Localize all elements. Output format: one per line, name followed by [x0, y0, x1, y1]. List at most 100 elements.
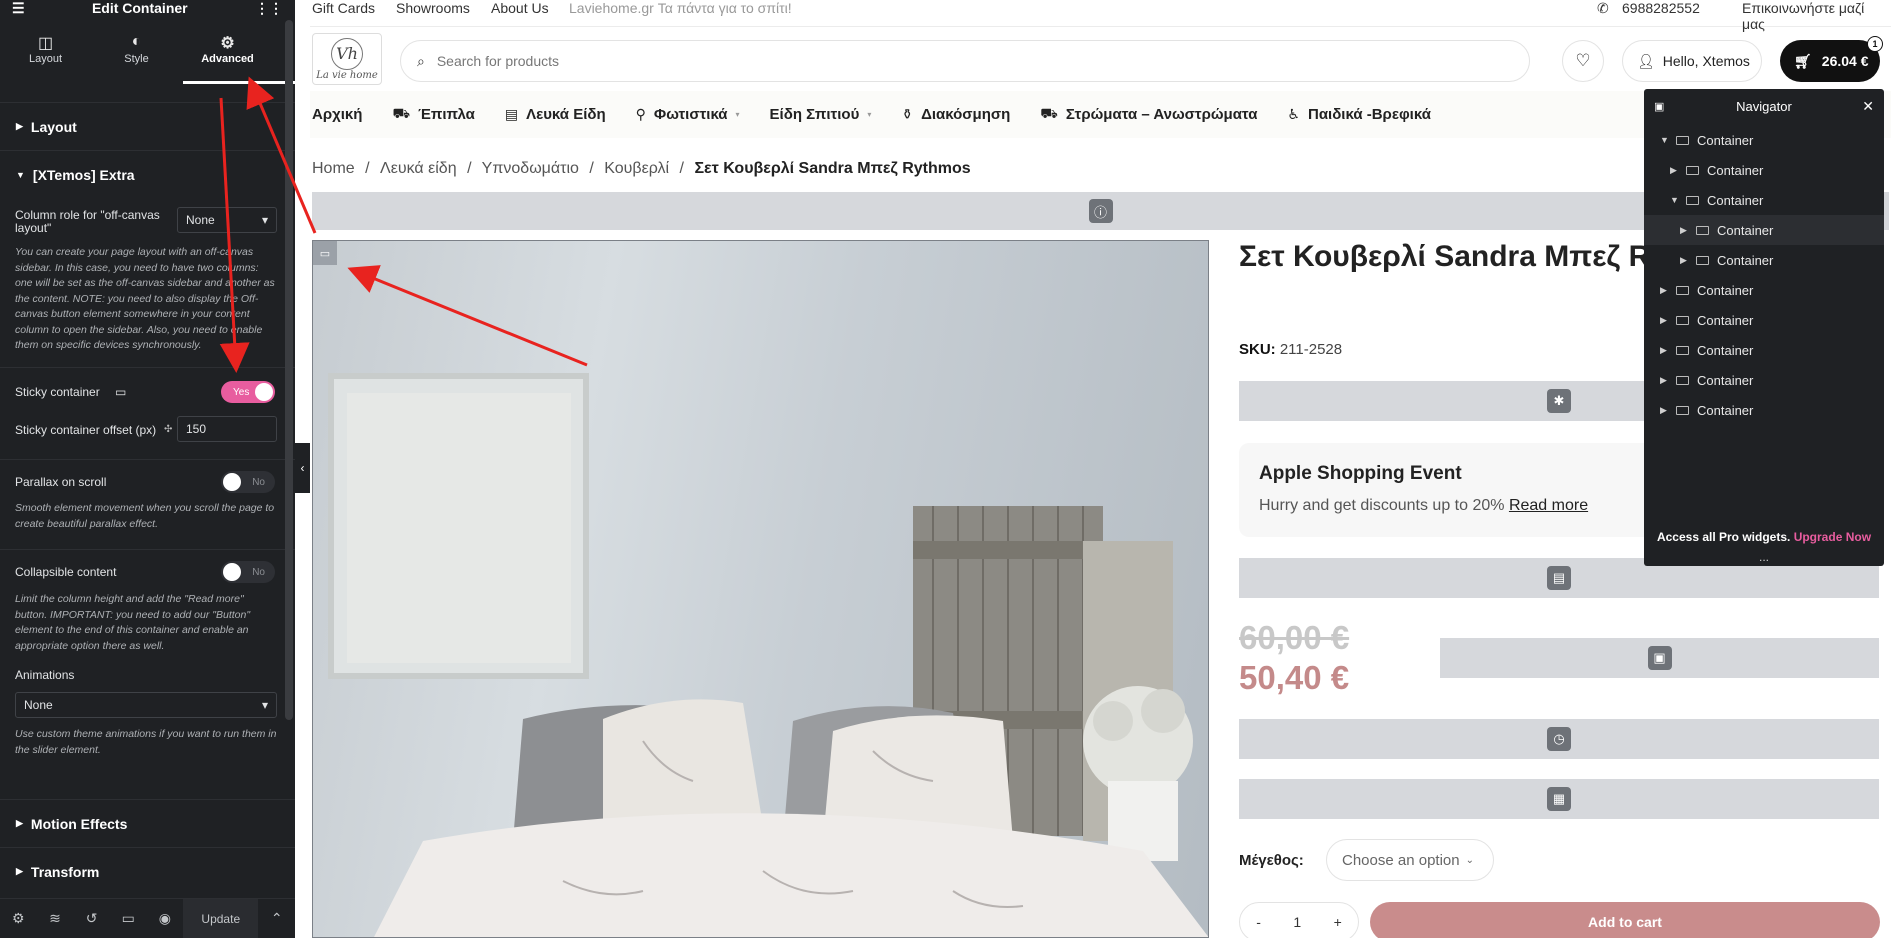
sale-price: 50,40 € [1239, 659, 1350, 696]
navigator-item[interactable]: ▶ Container [1660, 335, 1753, 365]
container-icon [1676, 405, 1689, 415]
caret-right-icon: ▶ [1660, 344, 1667, 355]
tab-layout[interactable]: ◫ Layout [0, 33, 91, 83]
history-icon[interactable]: ↺ [73, 910, 110, 927]
breadcrumb-separator: / [467, 160, 472, 177]
sticky-toggle[interactable]: Yes [221, 381, 275, 403]
caret-down-icon: ▼ [16, 169, 25, 180]
panel-tabs: ◫ Layout ◐ Style ⚙ Advanced [0, 33, 295, 83]
promo-read-more-link[interactable]: Read more [1509, 497, 1588, 514]
navigator-item-label: Container [1697, 402, 1754, 418]
phone-icon: ✆ [1597, 0, 1609, 16]
cart-total: 26.04 € [1821, 53, 1869, 69]
divider [0, 459, 295, 460]
nav-label: Λευκά Είδη [526, 106, 606, 123]
navigator-item-label: Container [1717, 252, 1774, 268]
hamburger-icon[interactable]: ☰ [12, 0, 25, 17]
product-image[interactable]: ▭ [312, 240, 1209, 938]
nav-label: Είδη Σπιτιού [769, 106, 860, 123]
navigator-item-label: Container [1707, 162, 1764, 178]
grid-icon[interactable]: ⋮⋮ [255, 0, 283, 17]
search-input[interactable]: ⌕ Search for products [400, 40, 1530, 82]
product-sku: SKU: 211-2528 [1239, 341, 1342, 358]
breadcrumb-link[interactable]: Κουβερλί [604, 160, 669, 177]
add-to-cart-button[interactable]: Add to cart [1370, 902, 1880, 938]
settings-icon[interactable]: ⚙ [0, 910, 37, 927]
navigator-item[interactable]: ▶ Container [1660, 305, 1753, 335]
animations-select[interactable]: None ▾ [15, 692, 277, 718]
upgrade-now-link[interactable]: Upgrade Now [1794, 530, 1871, 544]
container-handle-icon[interactable]: ▭ [313, 241, 337, 265]
qty-value[interactable]: 1 [1293, 914, 1301, 930]
navigator-item[interactable]: ▶ Container [1660, 395, 1753, 425]
nav-item-home-goods[interactable]: Είδη Σπιτιού ▾ [770, 106, 872, 123]
responsive-icon[interactable]: ▭ [110, 910, 147, 927]
desktop-icon[interactable]: ▭ [115, 385, 126, 399]
topbar-link-about[interactable]: About Us [491, 0, 549, 16]
navigator-item[interactable]: ▶ Container [1670, 155, 1763, 185]
tab-layout-label: Layout [28, 53, 63, 65]
tab-advanced[interactable]: ⚙ Advanced [182, 33, 273, 83]
panel-scrollbar[interactable] [285, 20, 293, 720]
section-layout[interactable]: ▶ Layout [0, 102, 295, 150]
qty-minus-button[interactable]: - [1256, 914, 1261, 930]
cart-button[interactable]: 🛒︎ 26.04 € 1 [1780, 36, 1883, 82]
sticky-toggle-value: Yes [233, 386, 250, 398]
section-xtemos-extra[interactable]: ▼ [XTemos] Extra [0, 150, 295, 198]
breadcrumb-link[interactable]: Λευκά είδη [380, 160, 457, 177]
chevron-up-icon[interactable]: ⌃ [258, 910, 295, 927]
placeholder-icon: ⓘ [1088, 199, 1113, 223]
nav-item-mattresses[interactable]: ⛟ Στρώματα – Ανωστρώματα [1040, 105, 1257, 124]
panel-footer: ⚙ ≋ ↺ ▭ ◉ Update ⌃ [0, 898, 295, 938]
navigator-item[interactable]: ▼ Container [1670, 185, 1763, 215]
collapse-panel-button[interactable]: ‹ [295, 443, 310, 493]
widget-placeholder[interactable]: ▦ [1239, 779, 1879, 819]
collapsible-help: Limit the column height and add the "Rea… [15, 593, 251, 652]
preview-eye-icon[interactable]: ◉ [147, 910, 184, 927]
caret-right-icon: ▶ [16, 866, 23, 876]
navigator-resize-handle[interactable]: ... [1644, 550, 1884, 564]
dynamic-tags-icon[interactable]: ✣ [164, 424, 172, 435]
navigator-item[interactable]: ▶ Container [1680, 245, 1773, 275]
sticky-offset-input[interactable]: 150 [177, 416, 277, 442]
breadcrumb-link[interactable]: Home [312, 160, 355, 177]
collapse-all-icon[interactable]: ▣ [1654, 100, 1664, 113]
account-button[interactable]: 👤︎ Hello, Xtemos [1622, 40, 1762, 82]
nav-item-home[interactable]: Αρχική [312, 106, 362, 123]
nav-item-furniture[interactable]: ⛟ Έπιπλα [392, 105, 474, 124]
nav-item-kids[interactable]: ♿︎ Παιδικά -Βρεφικά [1287, 106, 1431, 123]
nav-item-decoration[interactable]: ⚱ Διακόσμηση [901, 106, 1010, 123]
site-logo[interactable]: Vh La vie home [312, 33, 382, 85]
collapsible-toggle[interactable]: No [221, 561, 275, 583]
navigator-item-label: Container [1697, 312, 1754, 328]
sticky-label: Sticky container ▭ [15, 386, 126, 399]
widget-placeholder[interactable]: ▣ [1440, 638, 1879, 678]
topbar-phone[interactable]: 6988282552 [1622, 0, 1700, 16]
navigator-item[interactable]: ▶ Container [1660, 365, 1753, 395]
update-button[interactable]: Update [183, 898, 259, 938]
navigator-item[interactable]: ▶ Container [1660, 275, 1753, 305]
section-motion-label: Motion Effects [30, 815, 128, 832]
section-motion-effects[interactable]: ▶ Motion Effects [0, 799, 295, 847]
size-select[interactable]: Choose an option ⌄ [1326, 839, 1494, 881]
qty-plus-button[interactable]: + [1334, 914, 1342, 930]
section-transform[interactable]: ▶ Transform [0, 847, 295, 895]
nav-item-linens[interactable]: ▤ Λευκά Είδη [505, 106, 606, 123]
breadcrumb-link[interactable]: Υπνοδωμάτιο [482, 160, 579, 177]
panel-title: Edit Container [91, 0, 188, 16]
layers-icon[interactable]: ≋ [37, 910, 74, 927]
parallax-toggle[interactable]: No [221, 471, 275, 493]
topbar-link-gift-cards[interactable]: Gift Cards [312, 0, 375, 16]
animations-label: Animations [15, 668, 75, 682]
navigator-item[interactable]: ▼ Container [1660, 125, 1753, 155]
navigator-item[interactable]: ▶ Container [1680, 215, 1773, 245]
wishlist-button[interactable]: ♡ [1562, 40, 1604, 82]
tab-style[interactable]: ◐ Style [91, 33, 182, 83]
active-tab-indicator [183, 81, 295, 84]
column-role-select[interactable]: None ▾ [177, 207, 277, 233]
topbar-link-showrooms[interactable]: Showrooms [396, 0, 470, 16]
widget-placeholder[interactable]: ◷ [1239, 719, 1879, 759]
nav-item-lighting[interactable]: ⚲ Φωτιστικά ▾ [636, 106, 740, 123]
placeholder-icon: ◷ [1547, 727, 1571, 751]
close-icon[interactable]: ✕ [1862, 98, 1874, 115]
